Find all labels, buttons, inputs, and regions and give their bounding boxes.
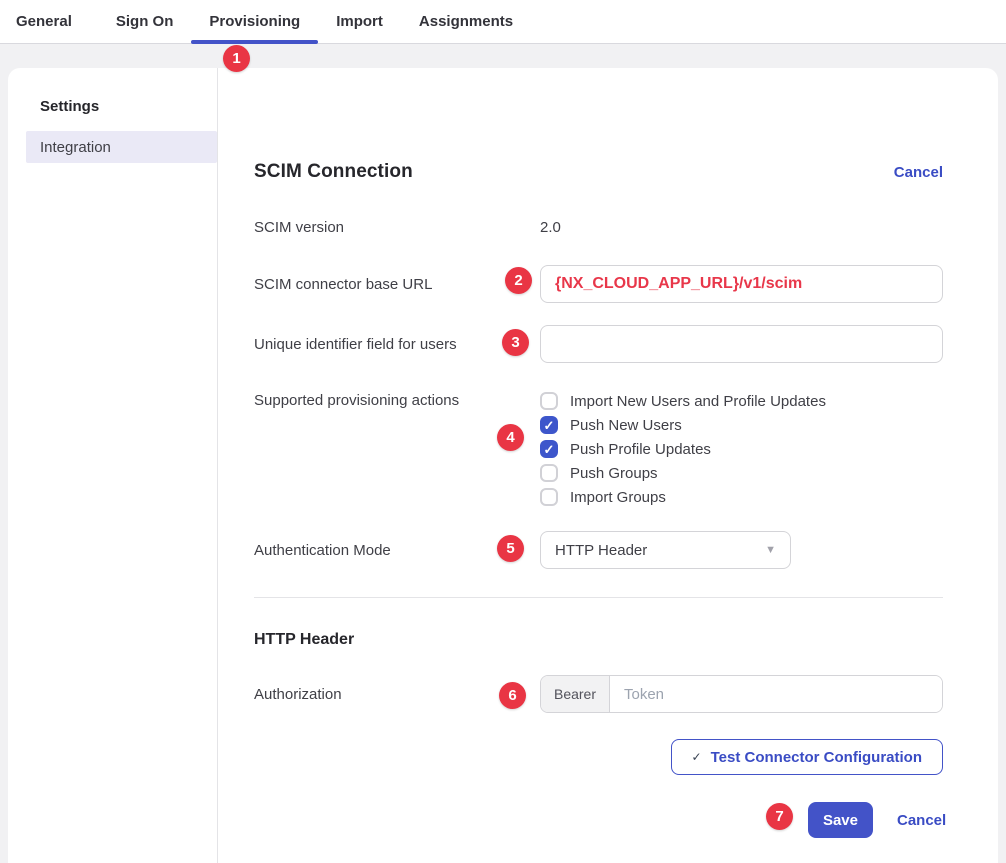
authorization-input-group: Bearer bbox=[540, 675, 943, 713]
sidebar-item-integration[interactable]: Integration bbox=[26, 131, 217, 163]
auth-mode-select[interactable]: HTTP Header ▼ bbox=[540, 531, 791, 569]
annotation-badge-6: 6 bbox=[499, 682, 526, 709]
app-tabbar: General Sign On Provisioning Import Assi… bbox=[0, 0, 1006, 44]
auth-mode-row: Authentication Mode HTTP Header ▼ bbox=[254, 531, 943, 569]
checkbox-label: Import New Users and Profile Updates bbox=[570, 393, 826, 410]
bearer-prefix: Bearer bbox=[541, 676, 610, 712]
annotation-badge-4: 4 bbox=[497, 424, 524, 451]
page-title: SCIM Connection bbox=[254, 161, 413, 183]
checkbox-row-push-new-users[interactable]: Push New Users bbox=[540, 413, 943, 437]
checkbox-label: Push Profile Updates bbox=[570, 441, 711, 458]
checkbox-push-profile-updates[interactable] bbox=[540, 440, 558, 458]
scim-connection-panel: SCIM Connection Cancel SCIM version 2.0 … bbox=[218, 68, 998, 863]
checkbox-row-import-new-users[interactable]: Import New Users and Profile Updates bbox=[540, 389, 943, 413]
scim-version-row: SCIM version 2.0 bbox=[254, 216, 943, 238]
annotation-badge-2: 2 bbox=[505, 267, 532, 294]
unique-id-input[interactable] bbox=[540, 325, 943, 363]
scim-version-value: 2.0 bbox=[540, 219, 943, 236]
sidebar-header: Settings bbox=[8, 98, 217, 131]
http-header-section-title: HTTP Header bbox=[254, 628, 943, 652]
checkbox-push-groups[interactable] bbox=[540, 464, 558, 482]
checkbox-label: Push Groups bbox=[570, 465, 658, 482]
authorization-row: Authorization Bearer bbox=[254, 675, 943, 713]
scim-version-label: SCIM version bbox=[254, 219, 540, 236]
cancel-link-bottom[interactable]: Cancel bbox=[897, 812, 943, 829]
annotation-badge-7: 7 bbox=[766, 803, 793, 830]
checkbox-row-import-groups[interactable]: Import Groups bbox=[540, 485, 943, 509]
chevron-down-icon: ▼ bbox=[765, 544, 776, 556]
test-connector-button-label: Test Connector Configuration bbox=[711, 749, 922, 766]
test-connector-button[interactable]: ✓ Test Connector Configuration bbox=[671, 739, 943, 775]
base-url-label: SCIM connector base URL bbox=[254, 276, 540, 293]
checkbox-row-push-profile-updates[interactable]: Push Profile Updates bbox=[540, 437, 943, 461]
checkbox-push-new-users[interactable] bbox=[540, 416, 558, 434]
provisioning-actions-label: Supported provisioning actions bbox=[254, 389, 540, 413]
token-input[interactable] bbox=[610, 676, 942, 712]
checkbox-import-groups[interactable] bbox=[540, 488, 558, 506]
checkbox-row-push-groups[interactable]: Push Groups bbox=[540, 461, 943, 485]
tab-sign-on[interactable]: Sign On bbox=[98, 0, 192, 43]
checkbox-label: Import Groups bbox=[570, 489, 666, 506]
auth-mode-selected-value: HTTP Header bbox=[555, 542, 647, 559]
unique-id-row: Unique identifier field for users bbox=[254, 325, 943, 363]
authorization-label: Authorization bbox=[254, 686, 540, 703]
base-url-input[interactable] bbox=[540, 265, 943, 303]
tab-import[interactable]: Import bbox=[318, 0, 401, 43]
tab-provisioning[interactable]: Provisioning bbox=[191, 0, 318, 43]
cancel-link-top[interactable]: Cancel bbox=[894, 164, 943, 181]
settings-sidebar: Settings Integration bbox=[8, 68, 218, 863]
annotation-badge-5: 5 bbox=[497, 535, 524, 562]
checkbox-import-new-users[interactable] bbox=[540, 392, 558, 410]
provisioning-actions-row: Supported provisioning actions Import Ne… bbox=[254, 389, 943, 509]
tab-general[interactable]: General bbox=[16, 0, 98, 43]
tab-assignments[interactable]: Assignments bbox=[401, 0, 531, 43]
check-icon: ✓ bbox=[692, 750, 702, 764]
save-button[interactable]: Save bbox=[808, 802, 873, 838]
annotation-badge-1: 1 bbox=[223, 45, 250, 72]
section-divider bbox=[254, 597, 943, 598]
checkbox-label: Push New Users bbox=[570, 417, 682, 434]
unique-id-label: Unique identifier field for users bbox=[254, 336, 540, 353]
base-url-row: SCIM connector base URL bbox=[254, 265, 943, 303]
annotation-badge-3: 3 bbox=[502, 329, 529, 356]
provisioning-card: Settings Integration SCIM Connection Can… bbox=[8, 68, 998, 863]
